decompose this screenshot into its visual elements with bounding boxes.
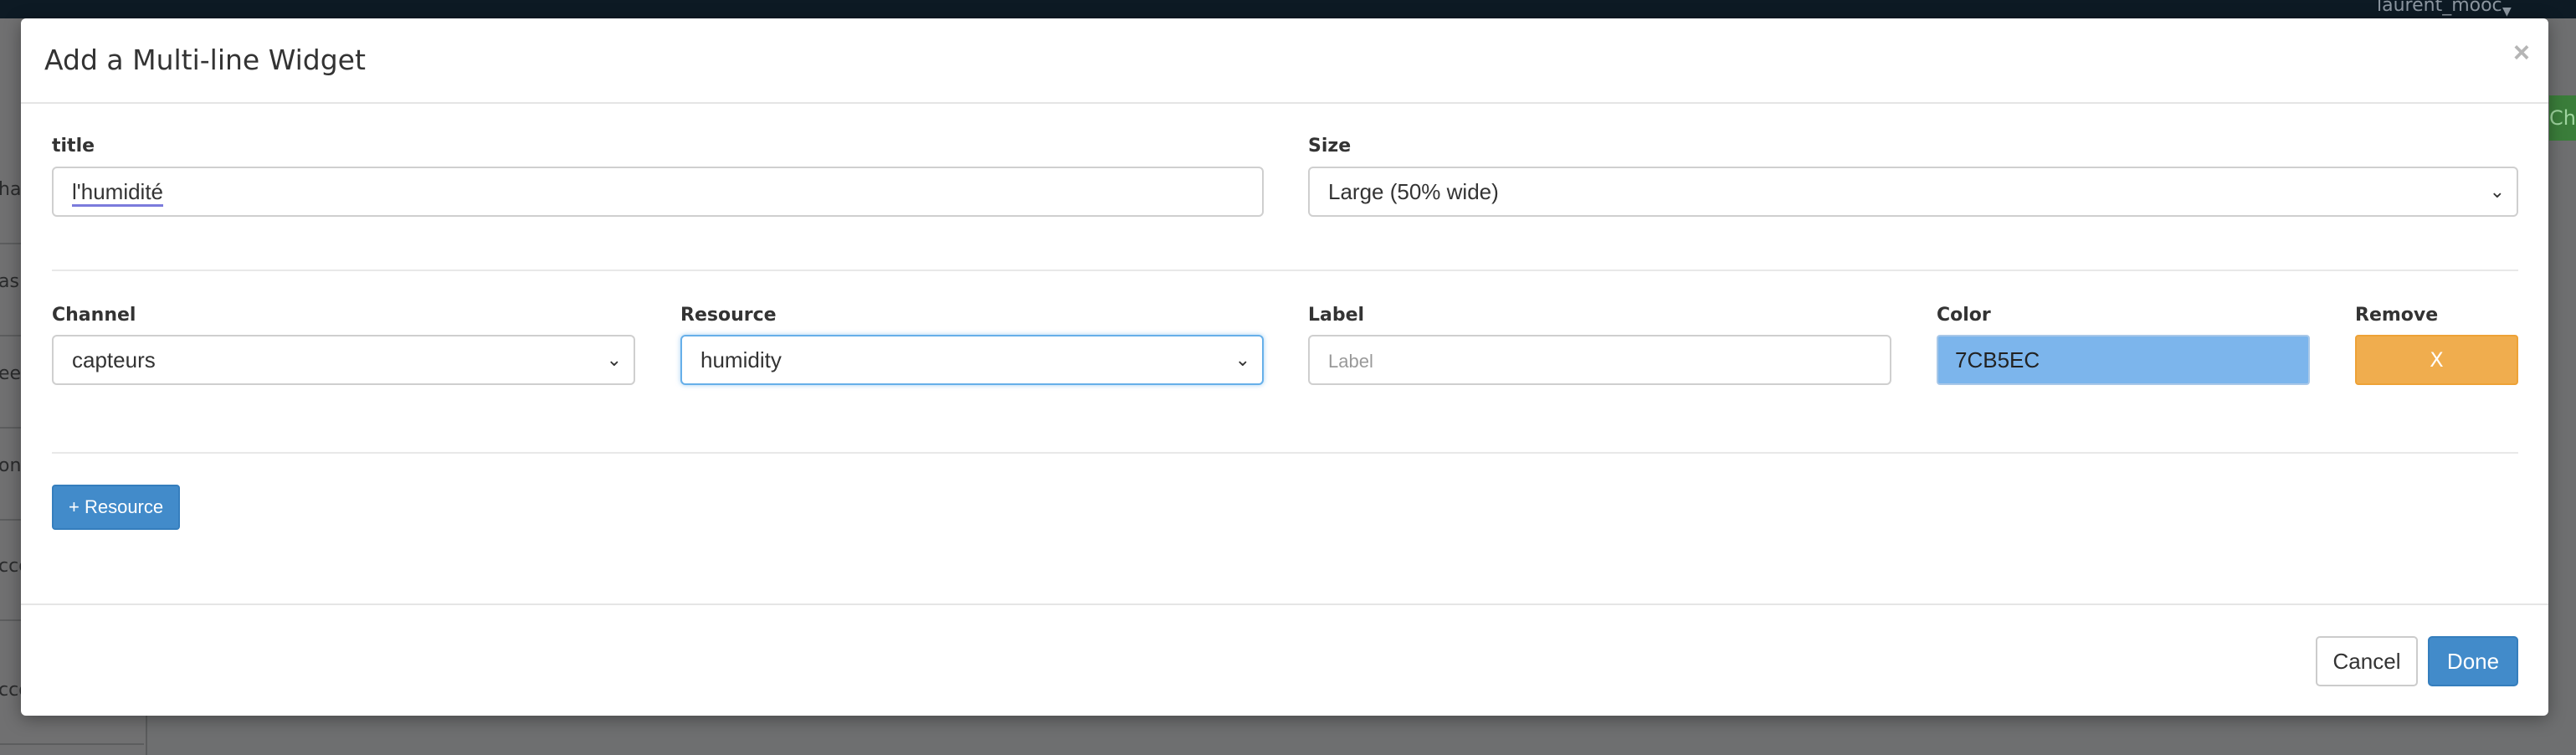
channel-label: Channel xyxy=(52,305,136,326)
series-label-label: Label xyxy=(1308,305,1365,326)
color-value: 7CB5EC xyxy=(1955,347,2040,372)
size-label: Size xyxy=(1308,136,1352,157)
chevron-down-icon: ⌄ xyxy=(606,349,622,370)
multi-line-widget-modal: Add a Multi-line Widget × title l'humidi… xyxy=(21,18,2548,716)
remove-label: Remove xyxy=(2355,305,2439,326)
sidebar-divider xyxy=(0,743,144,745)
size-select[interactable]: Large (50% wide) ⌄ xyxy=(1308,167,2518,217)
chevron-down-icon: ⌄ xyxy=(2489,181,2505,202)
cancel-button[interactable]: Cancel xyxy=(2316,636,2418,686)
section-divider xyxy=(52,270,2518,271)
close-button[interactable]: × xyxy=(2513,37,2530,69)
section-divider xyxy=(52,452,2518,454)
color-picker-input[interactable]: 7CB5EC xyxy=(1937,335,2310,385)
chevron-down-icon: ▼ xyxy=(2502,5,2512,18)
resource-select[interactable]: humidity ⌄ xyxy=(680,335,1264,385)
modal-footer-divider xyxy=(21,603,2548,605)
add-resource-button[interactable]: + Resource xyxy=(52,485,181,530)
title-label: title xyxy=(52,136,95,157)
app-top-bar: laurent_mooc ▼ xyxy=(0,0,2576,18)
series-label-input[interactable]: Label xyxy=(1308,335,1891,385)
resource-select-value: humidity xyxy=(700,347,782,372)
color-label: Color xyxy=(1937,305,1991,326)
resource-label: Resource xyxy=(680,305,777,326)
done-button[interactable]: Done xyxy=(2428,636,2518,686)
title-input-value: l'humidité xyxy=(72,179,164,207)
remove-resource-button[interactable]: X xyxy=(2355,335,2518,385)
chevron-down-icon: ⌄ xyxy=(1234,349,1250,370)
modal-header: Add a Multi-line Widget × xyxy=(21,18,2548,104)
title-input[interactable]: l'humidité xyxy=(52,167,1264,217)
size-select-value: Large (50% wide) xyxy=(1328,179,1499,204)
series-label-placeholder: Label xyxy=(1328,351,1373,372)
channel-select-value: capteurs xyxy=(72,347,156,372)
background-green-button: Ch xyxy=(2549,95,2576,141)
channel-select[interactable]: capteurs ⌄ xyxy=(52,335,635,385)
user-menu[interactable]: laurent_mooc xyxy=(2377,0,2502,16)
modal-title: Add a Multi-line Widget xyxy=(44,44,366,76)
